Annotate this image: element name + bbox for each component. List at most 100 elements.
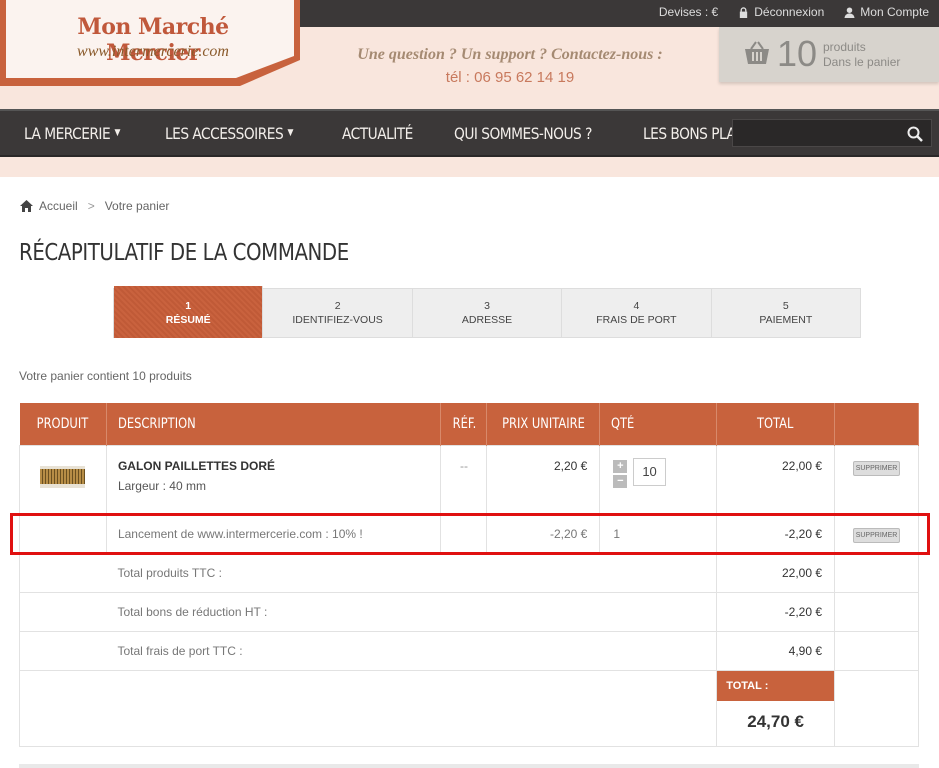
spacer-cell bbox=[834, 591, 919, 632]
product-thumb-cell bbox=[19, 444, 107, 516]
chevron-down-icon: ▼ bbox=[286, 128, 293, 138]
logout-link[interactable]: Déconnexion bbox=[738, 5, 824, 19]
col-header-description: DESCRIPTION bbox=[106, 403, 442, 445]
menu-item-label: QUI SOMMES-NOUS ? bbox=[453, 123, 592, 143]
currency-selector[interactable]: Devises : € bbox=[659, 5, 718, 19]
step-shipping[interactable]: 4 FRAIS DE PORT bbox=[562, 289, 712, 337]
menu-item-label: LA MERCERIE bbox=[24, 123, 111, 143]
header-cart[interactable]: 10 produits Dans le panier bbox=[719, 27, 939, 82]
step-label: ADRESSE bbox=[461, 314, 513, 326]
quantity-input[interactable] bbox=[633, 457, 667, 486]
discount-empty-cell bbox=[19, 514, 107, 554]
top-links: Devises : € Déconnexion Mon Compte bbox=[659, 5, 929, 19]
discount-delete-cell: SUPPRIMER bbox=[834, 514, 919, 554]
col-header-product: PRODUIT bbox=[19, 403, 107, 445]
spacer-cell bbox=[19, 591, 107, 632]
col-header-ref: RÉF. bbox=[440, 403, 488, 445]
menu-item-label: ACTUALITÉ bbox=[342, 123, 414, 143]
qty-plus-button[interactable]: + bbox=[613, 459, 628, 473]
total-products-value: 22,00 € bbox=[716, 552, 836, 593]
delete-button[interactable]: SUPPRIMER bbox=[852, 460, 901, 476]
total-products-row: Total produits TTC : 22,00 € bbox=[19, 552, 919, 593]
top-bar: Devises : € Déconnexion Mon Compte bbox=[298, 0, 939, 27]
step-number: 3 bbox=[484, 300, 490, 312]
step-login[interactable]: 2 IDENTIFIEZ-VOUS bbox=[263, 289, 413, 337]
logout-label: Déconnexion bbox=[754, 5, 825, 19]
product-ref: -- bbox=[440, 444, 488, 516]
col-header-actions bbox=[834, 403, 919, 445]
step-summary[interactable]: 1 RÉSUMÉ bbox=[114, 286, 264, 338]
menu-item-les-accessoires[interactable]: LES ACCESSOIRES ▼ bbox=[165, 124, 293, 143]
spacer-cell bbox=[19, 552, 107, 593]
step-payment[interactable]: 5 PAIEMENT bbox=[712, 289, 860, 337]
menu-item-qui-sommes-nous[interactable]: QUI SOMMES-NOUS ? bbox=[454, 124, 592, 143]
page-title: RÉCAPITULATIF DE LA COMMANDE bbox=[19, 240, 349, 266]
table-header-row: PRODUIT DESCRIPTION RÉF. PRIX UNITAIRE Q… bbox=[19, 403, 919, 445]
menu-item-actualite[interactable]: ACTUALITÉ bbox=[342, 124, 413, 143]
step-number: 4 bbox=[633, 300, 640, 312]
product-unit-price: 2,20 € bbox=[486, 444, 601, 516]
total-shipping-value: 4,90 € bbox=[716, 630, 836, 671]
total-products-label: Total produits TTC : bbox=[106, 552, 718, 593]
grand-total-value: 24,70 € bbox=[747, 711, 804, 731]
main-menu-bar: LA MERCERIE ▼ LES ACCESSOIRES ▼ ACTUALIT… bbox=[0, 109, 939, 157]
product-attribute: Largeur : 40 mm bbox=[117, 478, 206, 493]
product-description-cell: GALON PAILLETTES DORÉ Largeur : 40 mm bbox=[105, 444, 442, 516]
menu-item-la-mercerie[interactable]: LA MERCERIE ▼ bbox=[24, 124, 120, 143]
breadcrumb-home[interactable]: Accueil bbox=[39, 199, 78, 213]
basket-icon bbox=[745, 41, 769, 64]
logo-url: www.intermercerie.com bbox=[77, 43, 229, 60]
grand-total-label: TOTAL : bbox=[717, 670, 835, 701]
currency-label: Devises : € bbox=[658, 5, 719, 19]
product-total: 22,00 € bbox=[716, 444, 836, 516]
spacer-cell bbox=[19, 630, 107, 671]
menu-item-label: LES ACCESSOIRES bbox=[164, 123, 284, 143]
total-shipping-row: Total frais de port TTC : 4,90 € bbox=[19, 630, 919, 671]
home-icon[interactable] bbox=[20, 200, 33, 212]
total-vouchers-label: Total bons de réduction HT : bbox=[106, 591, 718, 632]
spacer-cell bbox=[834, 552, 919, 593]
discount-total: -2,20 € bbox=[716, 514, 836, 554]
discount-unit-price: -2,20 € bbox=[486, 514, 601, 554]
chevron-down-icon: ▼ bbox=[114, 128, 120, 138]
step-number: 1 bbox=[185, 300, 192, 312]
step-label: PAIEMENT bbox=[759, 314, 813, 326]
cart-label-products: produits bbox=[823, 40, 866, 54]
spacer-cell bbox=[834, 669, 919, 747]
contact-phone: tél : 06 95 62 14 19 bbox=[445, 69, 575, 86]
account-label: Mon Compte bbox=[860, 5, 929, 19]
grand-total-row: TOTAL : 24,70 € bbox=[18, 669, 919, 747]
total-shipping-label: Total frais de port TTC : bbox=[106, 630, 718, 671]
bottom-divider bbox=[19, 764, 919, 768]
account-link[interactable]: Mon Compte bbox=[844, 5, 929, 19]
product-name[interactable]: GALON PAILLETTES DORÉ bbox=[118, 459, 441, 473]
step-label: RÉSUMÉ bbox=[165, 314, 211, 326]
search-input[interactable] bbox=[732, 119, 932, 147]
col-header-unit-price: PRIX UNITAIRE bbox=[486, 403, 601, 445]
discount-qty: 1 bbox=[599, 514, 718, 554]
total-vouchers-value: -2,20 € bbox=[716, 591, 836, 632]
step-label: IDENTIFIEZ-VOUS bbox=[292, 314, 383, 326]
contact-line: Une question ? Un support ? Contactez-no… bbox=[357, 46, 663, 63]
site-logo[interactable]: Mon Marché Mercier www.intermercerie.com bbox=[0, 0, 300, 86]
lock-icon bbox=[740, 6, 748, 18]
discount-row: Lancement de www.intermercerie.com : 10%… bbox=[19, 514, 919, 554]
step-address[interactable]: 3 ADRESSE bbox=[413, 289, 563, 337]
search-icon[interactable] bbox=[907, 126, 923, 142]
step-label: FRAIS DE PORT bbox=[596, 314, 677, 326]
main-content: Accueil > Votre panier RÉCAPITULATIF DE … bbox=[0, 177, 939, 768]
product-thumbnail[interactable] bbox=[40, 465, 86, 488]
quantity-stepper: + − bbox=[613, 457, 716, 488]
user-icon bbox=[844, 6, 855, 18]
cart-count: 10 bbox=[777, 33, 818, 74]
spacer-cell bbox=[834, 630, 919, 671]
delete-voucher-button[interactable]: SUPPRIMER bbox=[852, 527, 901, 543]
product-qty-cell: + − bbox=[599, 444, 718, 516]
grand-total-cell: TOTAL : 24,70 € bbox=[716, 669, 836, 747]
step-number: 5 bbox=[782, 300, 789, 312]
qty-minus-button[interactable]: − bbox=[613, 474, 628, 488]
cart-summary-text: Votre panier contient 10 produits bbox=[19, 369, 192, 383]
cart-table: PRODUIT DESCRIPTION RÉF. PRIX UNITAIRE Q… bbox=[18, 403, 919, 747]
cart-label-basket: Dans le panier bbox=[823, 55, 901, 69]
product-delete-cell: SUPPRIMER bbox=[834, 444, 919, 516]
